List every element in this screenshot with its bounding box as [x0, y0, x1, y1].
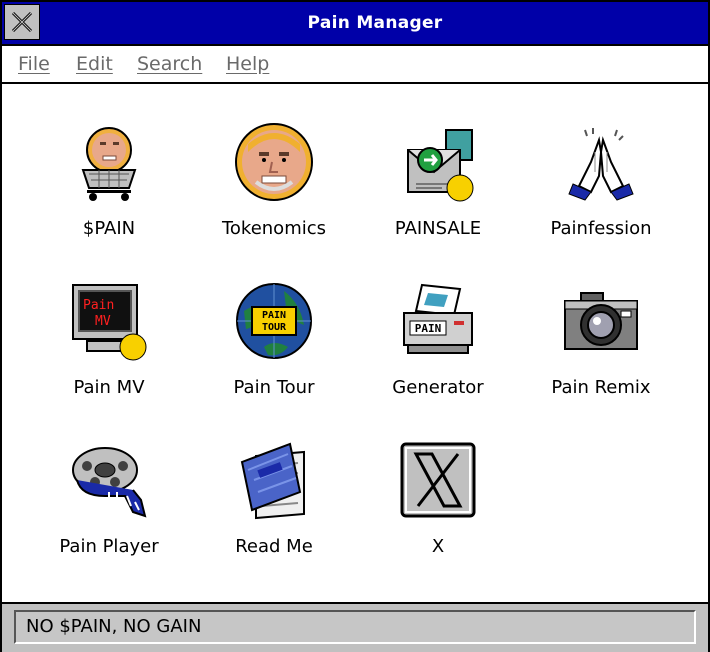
program-item-painsale[interactable]: PAINSALE — [363, 122, 513, 262]
icon-label: Generator — [392, 377, 484, 398]
menu-bar: File Edit Search Help — [2, 46, 708, 84]
status-text: NO $PAIN, NO GAIN — [26, 616, 202, 637]
icon-area: $PAIN Tokenomics PAINSALE Painfession Pa… — [2, 84, 708, 602]
menu-search[interactable]: Search — [137, 46, 202, 82]
icon-label: Pain Player — [59, 536, 159, 557]
pain-manager-window: Pain Manager File Edit Search Help $PAIN — [0, 0, 710, 652]
program-item-pain-player[interactable]: Pain Player — [34, 440, 184, 580]
x-logo-icon — [400, 442, 476, 518]
praying-hands-icon — [568, 128, 634, 201]
program-item-painfession[interactable]: Painfession — [526, 122, 676, 262]
program-item-tokenomics[interactable]: Tokenomics — [199, 122, 349, 262]
program-item-x[interactable]: X — [363, 440, 513, 580]
icon-label: Painfession — [550, 218, 652, 239]
icon-label: Pain Remix — [551, 377, 651, 398]
menu-help[interactable]: Help — [226, 46, 269, 82]
globe-sign-text: PAIN — [262, 310, 286, 321]
icon-label: Pain Tour — [233, 377, 315, 398]
printer-label-text: PAIN — [415, 322, 442, 335]
printer-icon: PAIN — [403, 283, 473, 354]
globe-sign-text: TOUR — [262, 322, 287, 333]
program-item-read-me[interactable]: Read Me — [199, 440, 349, 580]
icon-label: PAINSALE — [394, 218, 482, 239]
face-coin-icon — [235, 123, 313, 201]
menu-edit[interactable]: Edit — [76, 46, 113, 82]
title-bar[interactable]: Pain Manager — [2, 2, 708, 46]
close-icon — [11, 11, 33, 33]
globe-icon: PAIN TOUR — [236, 283, 312, 359]
window-title: Pain Manager — [307, 13, 443, 33]
monitor-screen-text: MV — [95, 314, 111, 329]
monitor-icon: Pain MV — [72, 284, 147, 361]
icon-label: X — [431, 536, 445, 557]
icon-label: $PAIN — [82, 218, 136, 239]
program-item-pain-remix[interactable]: Pain Remix — [526, 281, 676, 421]
program-item-pain-mv[interactable]: Pain MV Pain MV — [34, 281, 184, 421]
monitor-screen-text: Pain — [83, 298, 114, 313]
program-item-generator[interactable]: PAIN Generator — [363, 281, 513, 421]
icon-label: Tokenomics — [221, 218, 327, 239]
envelope-sale-icon — [407, 129, 474, 202]
shopping-cart-face-icon — [81, 127, 137, 201]
icon-label: Pain MV — [73, 377, 145, 398]
program-item-pain[interactable]: $PAIN — [34, 122, 184, 262]
status-field: NO $PAIN, NO GAIN — [14, 610, 696, 644]
status-bar: NO $PAIN, NO GAIN — [2, 602, 708, 652]
menu-file[interactable]: File — [18, 46, 50, 82]
film-reel-icon — [72, 447, 147, 518]
camera-icon — [564, 292, 638, 350]
icon-label: Read Me — [235, 536, 313, 557]
program-item-pain-tour[interactable]: PAIN TOUR Pain Tour — [199, 281, 349, 421]
system-menu-button[interactable] — [4, 4, 40, 40]
notepad-icon — [240, 442, 305, 520]
